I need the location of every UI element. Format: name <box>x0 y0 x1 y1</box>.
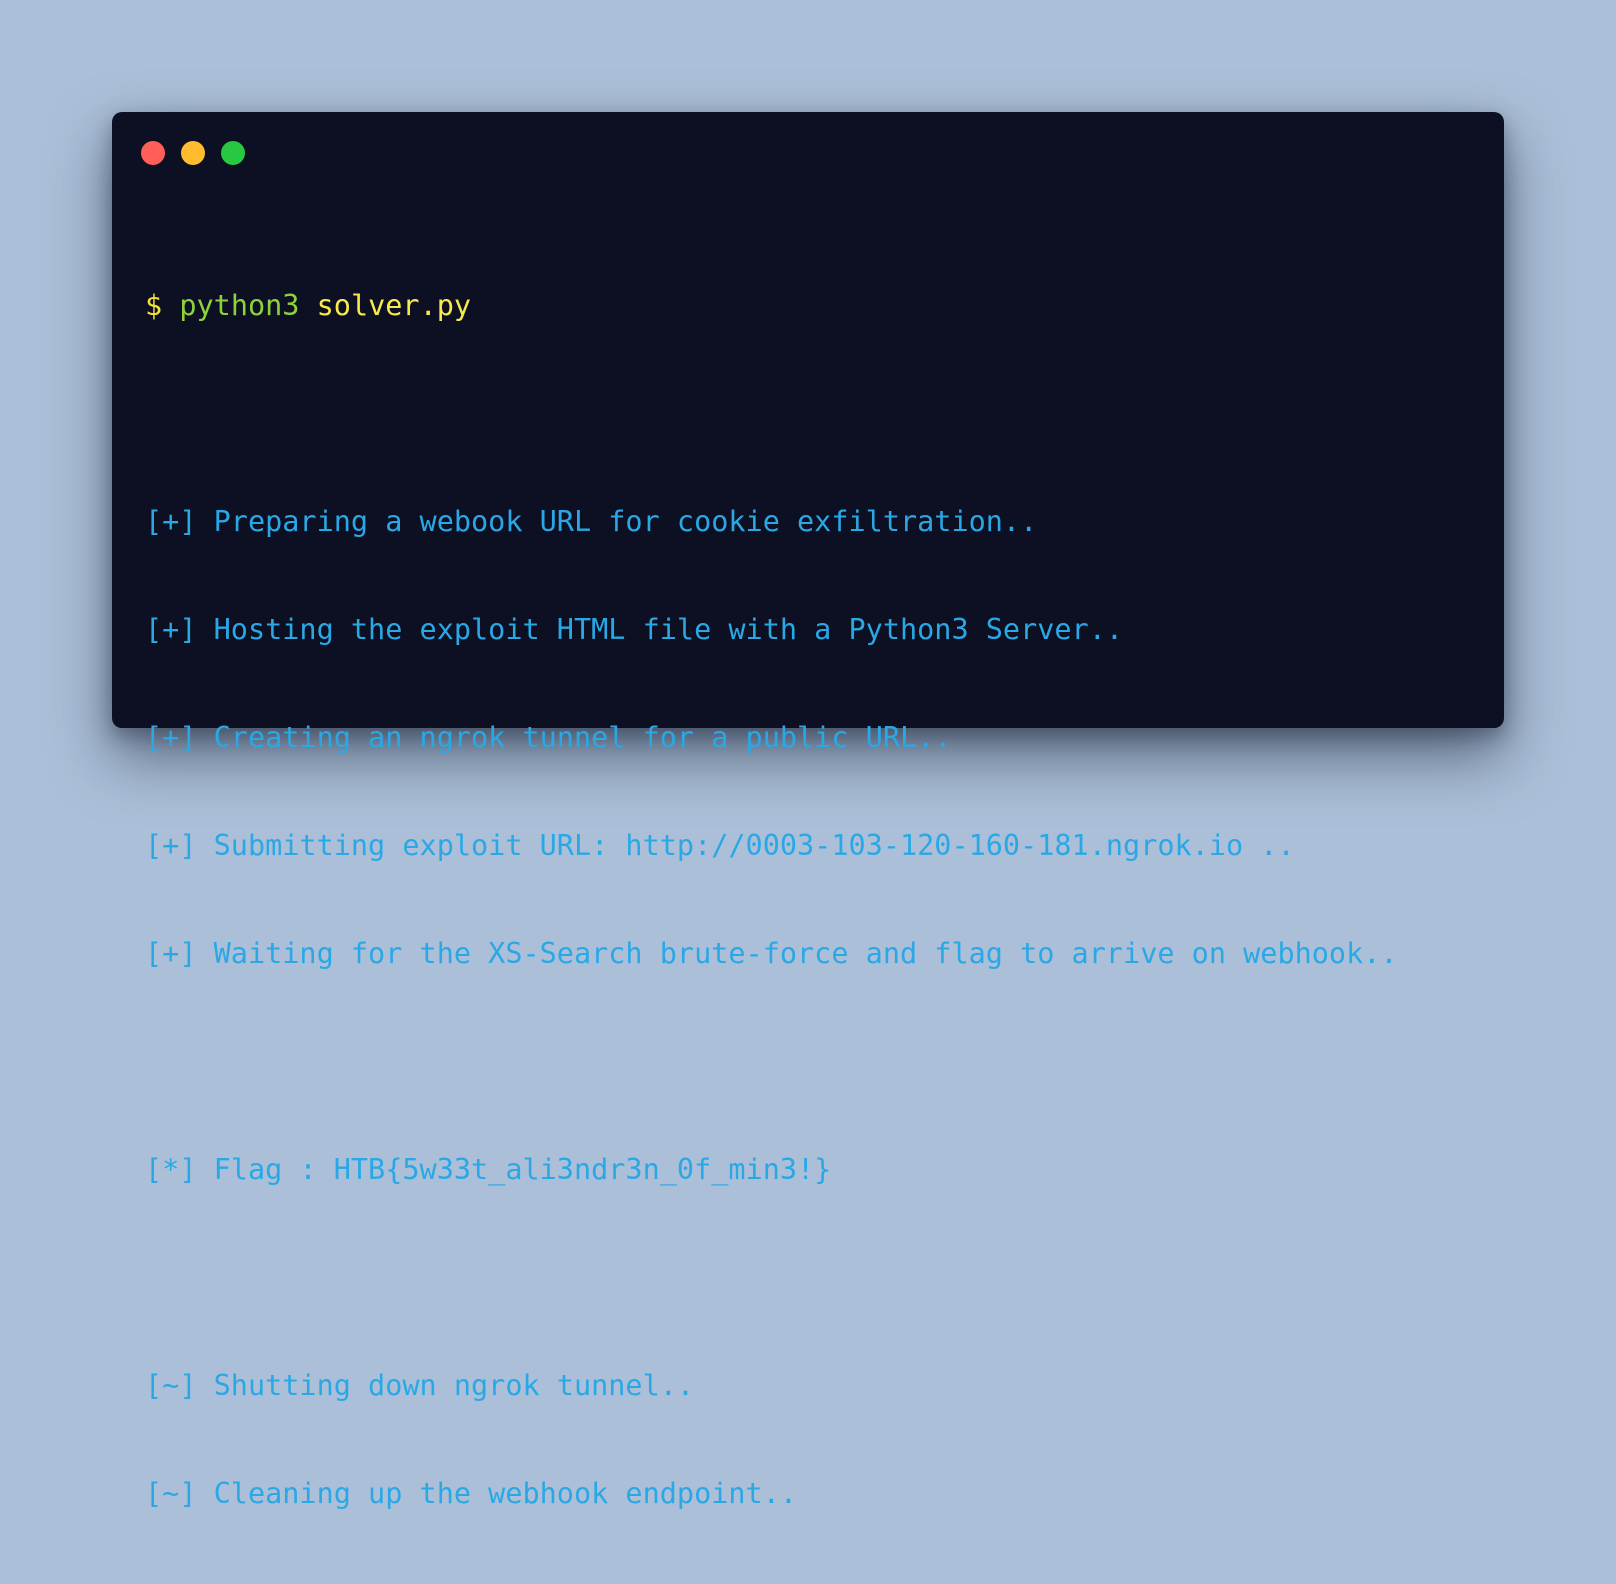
output-line: [~] Shutting down ngrok tunnel.. <box>145 1369 695 1402</box>
terminal-output: $ python3 solver.py [+] Preparing a webo… <box>145 216 1484 1584</box>
window-titlebar <box>141 141 245 165</box>
flag-output-line: [*] Flag : HTB{5w33t_ali3ndr3n_0f_min3!} <box>145 1153 832 1186</box>
minimize-window-button[interactable] <box>181 141 205 165</box>
output-line: [+] Submitting exploit URL: http://0003-… <box>145 829 1295 862</box>
shell-prompt: $ <box>145 289 163 322</box>
terminal-window: $ python3 solver.py [+] Preparing a webo… <box>112 112 1504 1510</box>
output-line: [~] Cleaning up the webhook endpoint.. <box>145 1477 798 1510</box>
command-argument: solver.py <box>316 289 472 322</box>
output-line: [+] Waiting for the XS-Search brute-forc… <box>145 937 1398 970</box>
command-line: $ python3 solver.py <box>145 288 1484 324</box>
output-line: [+] Creating an ngrok tunnel for a publi… <box>145 721 952 754</box>
maximize-window-button[interactable] <box>221 141 245 165</box>
close-window-button[interactable] <box>141 141 165 165</box>
output-line: [+] Hosting the exploit HTML file with a… <box>145 613 1124 646</box>
output-line: [+] Preparing a webook URL for cookie ex… <box>145 505 1038 538</box>
command-program: python3 <box>179 289 300 322</box>
